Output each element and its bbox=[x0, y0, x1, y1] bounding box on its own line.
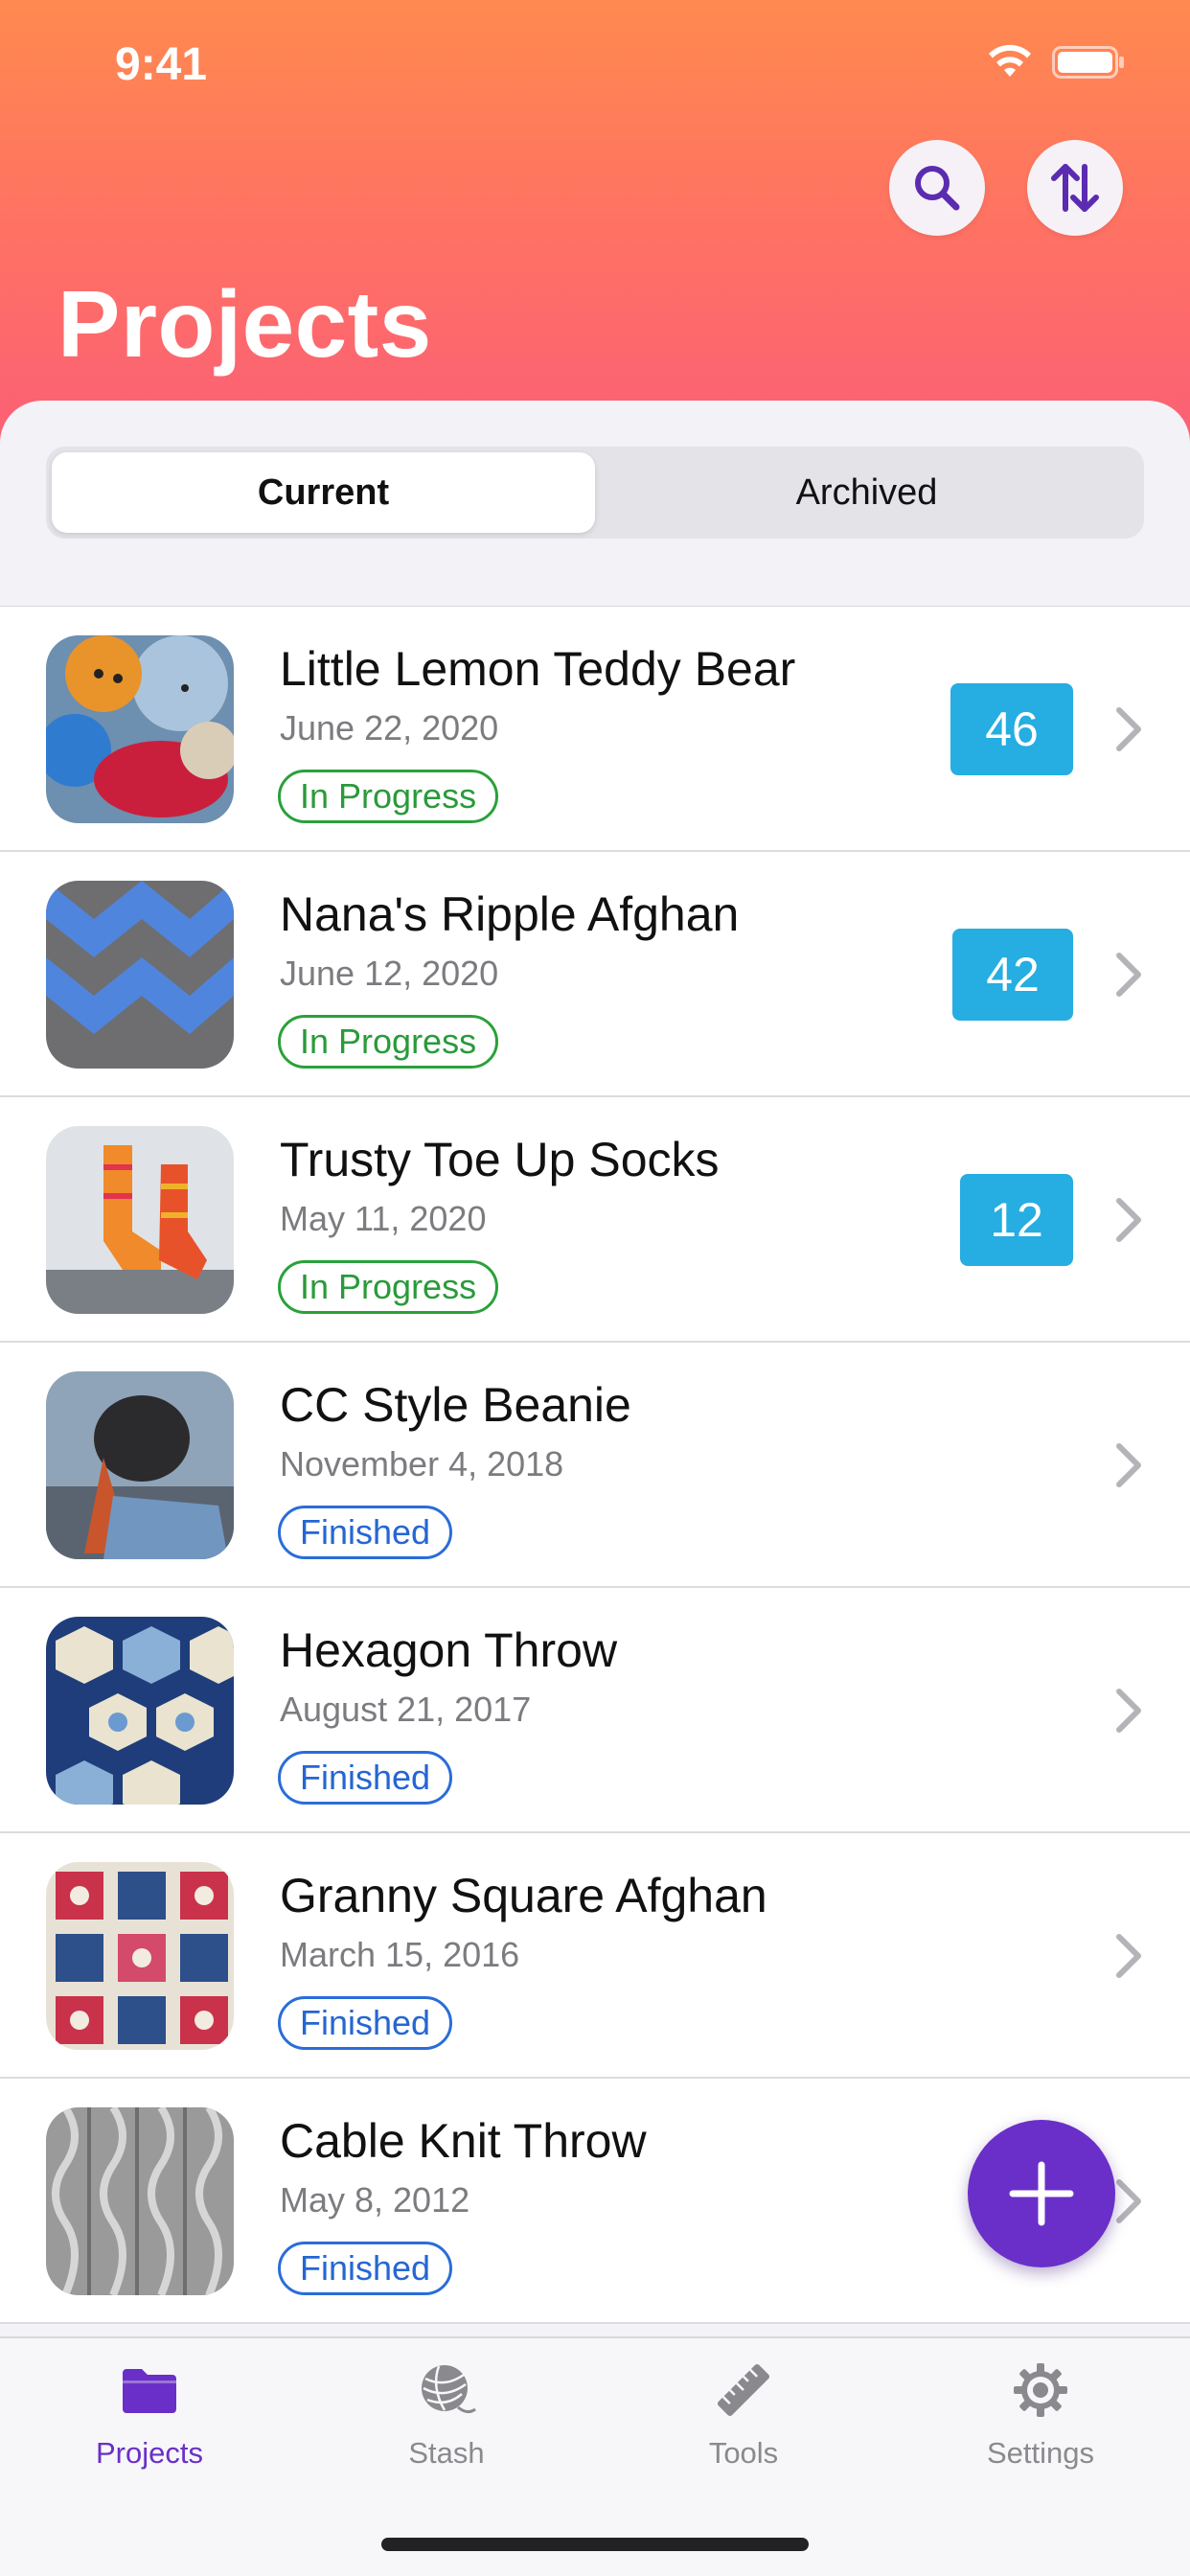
tab-label: Projects bbox=[96, 2436, 203, 2470]
project-title: Hexagon Throw bbox=[280, 1623, 618, 1677]
chevron-right-icon bbox=[1116, 953, 1141, 997]
project-date: June 12, 2020 bbox=[280, 954, 499, 993]
gear-icon bbox=[1014, 2363, 1067, 2417]
header: 9:41 Projects bbox=[0, 0, 1190, 450]
count-badge: 46 bbox=[950, 683, 1073, 775]
page-title: Projects bbox=[57, 271, 432, 377]
tab-label: Stash bbox=[408, 2436, 485, 2470]
search-icon bbox=[915, 166, 960, 211]
chevron-right-icon bbox=[1116, 707, 1141, 751]
project-date: August 21, 2017 bbox=[280, 1690, 532, 1729]
tab-stash[interactable]: Stash bbox=[351, 2359, 542, 2471]
project-thumbnail bbox=[46, 1126, 234, 1314]
ruler-icon bbox=[717, 2363, 770, 2417]
sort-button[interactable] bbox=[1027, 140, 1123, 236]
segmented-control: Current Archived bbox=[46, 447, 1144, 539]
status-badge: Finished bbox=[278, 2242, 453, 2295]
project-title: Trusty Toe Up Socks bbox=[280, 1133, 720, 1186]
project-date: May 11, 2020 bbox=[280, 1199, 487, 1238]
sort-arrows-icon bbox=[1051, 164, 1099, 212]
project-title: Cable Knit Throw bbox=[280, 2114, 647, 2168]
chevron-right-icon bbox=[1116, 1689, 1141, 1733]
chevron-right-icon bbox=[1116, 1443, 1141, 1487]
status-badge: Finished bbox=[278, 1751, 453, 1805]
project-row[interactable]: Hexagon Throw August 21, 2017 Finished bbox=[0, 1588, 1190, 1833]
chevron-right-icon bbox=[1116, 1198, 1141, 1242]
project-list: Little Lemon Teddy Bear June 22, 2020 In… bbox=[0, 606, 1190, 2324]
folder-icon bbox=[123, 2369, 176, 2413]
plus-icon bbox=[1009, 2161, 1074, 2226]
status-badge: In Progress bbox=[278, 1015, 499, 1069]
status-time: 9:41 bbox=[115, 39, 208, 90]
tab-projects[interactable]: Projects bbox=[54, 2359, 245, 2471]
segment-archived[interactable]: Archived bbox=[595, 452, 1138, 533]
count-badge: 12 bbox=[960, 1174, 1073, 1266]
project-row[interactable]: Little Lemon Teddy Bear June 22, 2020 In… bbox=[0, 607, 1190, 852]
project-date: November 4, 2018 bbox=[280, 1444, 564, 1484]
status-badge: Finished bbox=[278, 1506, 453, 1559]
add-project-button[interactable] bbox=[968, 2120, 1115, 2267]
tab-settings[interactable]: Settings bbox=[945, 2359, 1136, 2471]
tab-label: Tools bbox=[708, 2436, 779, 2470]
status-badge: In Progress bbox=[278, 1260, 499, 1314]
project-thumbnail bbox=[46, 635, 234, 823]
chevron-right-icon bbox=[1116, 2179, 1141, 2223]
status-badge: In Progress bbox=[278, 770, 499, 823]
project-row[interactable]: CC Style Beanie November 4, 2018 Finishe… bbox=[0, 1343, 1190, 1588]
project-date: March 15, 2016 bbox=[280, 1935, 520, 1974]
tab-tools[interactable]: Tools bbox=[648, 2359, 839, 2471]
home-indicator bbox=[381, 2538, 809, 2551]
project-title: Little Lemon Teddy Bear bbox=[280, 642, 796, 696]
segment-current[interactable]: Current bbox=[52, 452, 595, 533]
project-thumbnail bbox=[46, 881, 234, 1069]
project-date: May 8, 2012 bbox=[280, 2180, 470, 2220]
search-button[interactable] bbox=[889, 140, 985, 236]
project-date: June 22, 2020 bbox=[280, 708, 499, 748]
project-thumbnail bbox=[46, 1371, 234, 1559]
yarn-ball-icon bbox=[422, 2365, 476, 2414]
tab-label: Settings bbox=[986, 2436, 1094, 2470]
project-thumbnail bbox=[46, 2107, 234, 2295]
count-badge: 42 bbox=[952, 929, 1073, 1021]
project-thumbnail bbox=[46, 1862, 234, 2050]
project-row[interactable]: Trusty Toe Up Socks May 11, 2020 In Prog… bbox=[0, 1097, 1190, 1343]
chevron-right-icon bbox=[1116, 1934, 1141, 1978]
project-title: CC Style Beanie bbox=[280, 1378, 631, 1432]
project-row[interactable]: Nana's Ripple Afghan June 12, 2020 In Pr… bbox=[0, 852, 1190, 1097]
wifi-icon bbox=[989, 44, 1031, 77]
project-thumbnail bbox=[46, 1617, 234, 1805]
battery-icon bbox=[1052, 46, 1124, 79]
project-title: Granny Square Afghan bbox=[280, 1869, 767, 1922]
project-title: Nana's Ripple Afghan bbox=[280, 887, 740, 941]
status-badge: Finished bbox=[278, 1996, 453, 2050]
project-row[interactable]: Granny Square Afghan March 15, 2016 Fini… bbox=[0, 1833, 1190, 2079]
